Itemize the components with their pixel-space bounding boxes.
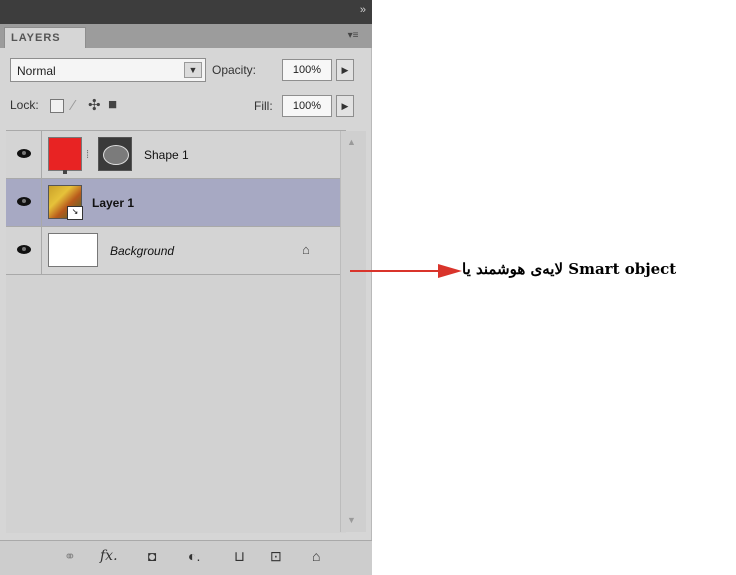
lock-position-icon[interactable]: ✣ <box>88 98 101 113</box>
layer-thumbnail <box>48 233 98 267</box>
lock-transparent-pixels-icon[interactable] <box>50 99 64 113</box>
tab-layers[interactable]: LAYERS <box>4 27 86 48</box>
opacity-field[interactable]: 100% <box>282 59 332 81</box>
panel-tab-strip: LAYERS ▾≡ <box>0 24 372 48</box>
new-layer-icon[interactable]: ⊡ <box>270 548 282 565</box>
lock-all-icon[interactable]: ■ <box>108 97 117 112</box>
smart-object-thumbnail: ↘ <box>48 185 83 220</box>
layers-panel: » LAYERS ▾≡ Normal ▼ Opacity: 100% ▶ Loc… <box>0 0 372 575</box>
blend-mode-select[interactable]: Normal ▼ <box>10 58 206 82</box>
scroll-down-icon[interactable]: ▼ <box>347 515 356 525</box>
smart-object-badge-icon: ↘ <box>67 206 83 220</box>
layer-name[interactable]: Layer 1 <box>92 196 134 210</box>
visibility-toggle[interactable] <box>6 227 42 274</box>
eye-icon <box>17 197 31 206</box>
eye-icon <box>17 149 31 158</box>
blend-mode-value: Normal <box>17 64 56 78</box>
layer-row-background[interactable]: Background ⌂ <box>6 227 340 275</box>
fill-slider-button[interactable]: ▶ <box>336 95 354 117</box>
fx-icon[interactable]: fx. <box>100 548 118 564</box>
panel-title-bar[interactable]: » <box>0 0 372 24</box>
layer-thumbnail <box>48 137 82 174</box>
collapse-icon[interactable]: » <box>360 4 366 16</box>
panel-menu-icon[interactable]: ▾≡ <box>344 30 362 42</box>
annotation-label: لایه‌ی هوشمند یا Smart object <box>462 260 677 278</box>
lock-label: Lock: <box>10 98 39 112</box>
group-icon[interactable]: ⊔ <box>234 548 245 565</box>
link-icon[interactable]: ⚭ <box>64 548 76 565</box>
chevron-down-icon[interactable]: ▼ <box>184 62 202 78</box>
annotation-arrow <box>350 264 462 278</box>
lock-icon: ⌂ <box>302 242 310 257</box>
trash-icon[interactable]: ⌂ <box>312 548 320 564</box>
chain-link-icon[interactable]: ⁞ <box>86 148 89 163</box>
adjustment-icon[interactable]: ◐. <box>188 548 200 564</box>
eye-icon <box>17 245 31 254</box>
layers-list: ⁞ Shape 1 ↘ Layer 1 Background ⌂ <box>6 130 346 533</box>
fill-label: Fill: <box>254 99 273 113</box>
blend-opacity-row: Normal ▼ Opacity: 100% ▶ <box>6 56 366 86</box>
layers-scrollbar[interactable]: ▲ ▼ <box>340 131 366 532</box>
layer-name[interactable]: Shape 1 <box>144 148 189 162</box>
layer-name[interactable]: Background <box>110 244 174 258</box>
scroll-up-icon[interactable]: ▲ <box>347 137 356 147</box>
lock-fill-row: Lock: ⁄ ✣ ■ Fill: 100% ▶ <box>6 92 366 122</box>
lock-image-pixels-icon[interactable]: ⁄ <box>72 98 75 113</box>
mask-icon[interactable]: ◘ <box>148 548 156 564</box>
layer-row-shape-1[interactable]: ⁞ Shape 1 <box>6 131 340 179</box>
visibility-toggle[interactable] <box>6 179 42 226</box>
layer-row-layer-1[interactable]: ↘ Layer 1 <box>6 179 340 227</box>
fill-field[interactable]: 100% <box>282 95 332 117</box>
opacity-slider-button[interactable]: ▶ <box>336 59 354 81</box>
visibility-toggle[interactable] <box>6 131 42 178</box>
vector-mask-thumbnail[interactable] <box>98 137 132 171</box>
layers-toolbar: ⚭ fx. ◘ ◐. ⊔ ⊡ ⌂ <box>0 540 372 575</box>
opacity-label: Opacity: <box>212 63 257 77</box>
